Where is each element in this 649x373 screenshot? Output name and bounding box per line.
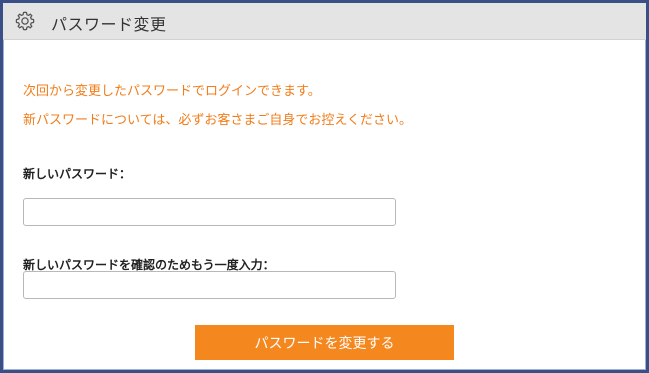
panel-header: パスワード変更 xyxy=(3,3,646,40)
password-change-panel: パスワード変更 次回から変更したパスワードでログインできます。 新パスワードにつ… xyxy=(0,0,649,373)
page-title: パスワード変更 xyxy=(51,15,167,34)
notice-line-2: 新パスワードについては、必ずお客さまご自身でお控えください。 xyxy=(23,113,412,128)
gear-icon xyxy=(14,10,36,32)
change-password-button[interactable]: パスワードを変更する xyxy=(195,325,454,360)
new-password-label: 新しいパスワード： xyxy=(23,167,132,181)
new-password-input[interactable] xyxy=(23,198,396,226)
notice-line-1: 次回から変更したパスワードでログインできます。 xyxy=(23,84,321,99)
confirm-password-input[interactable] xyxy=(23,271,396,299)
